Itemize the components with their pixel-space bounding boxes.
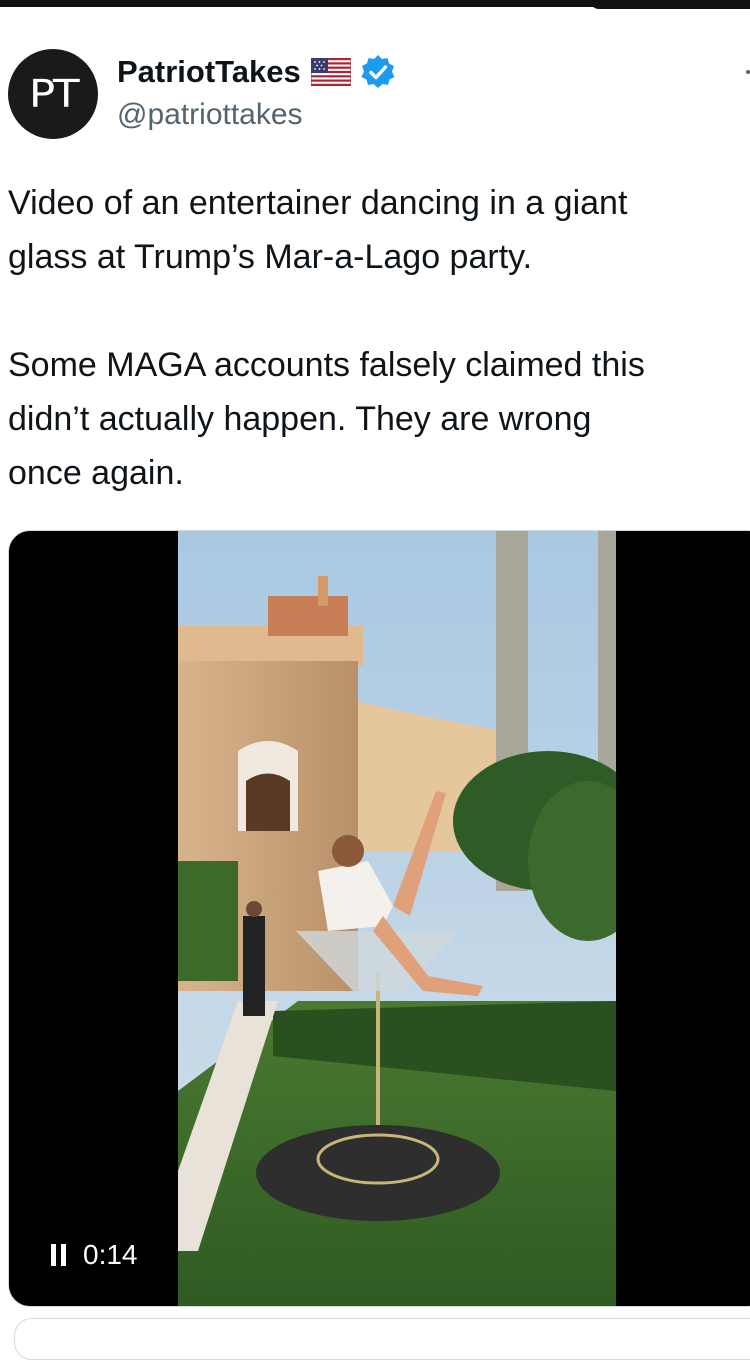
tweet-line: didn’t actually happen. They are wrong <box>8 400 592 438</box>
more-options-icon[interactable] <box>746 70 750 74</box>
tweet-paragraph-2: Some MAGA accounts falsely claimed this … <box>8 338 750 500</box>
author-row: PatriotTakes <box>117 52 396 92</box>
author-name[interactable]: PatriotTakes <box>117 54 301 90</box>
tweet-line: once again. <box>8 454 184 492</box>
next-card-edge <box>14 1318 750 1360</box>
video-frame[interactable] <box>178 531 616 1306</box>
tweet-paragraph-1: Video of an entertainer dancing in a gia… <box>8 176 750 284</box>
video-player[interactable]: 0:14 <box>8 530 750 1307</box>
us-flag-icon <box>310 58 351 86</box>
tweet-line: glass at Trump’s Mar-a-Lago party. <box>8 238 533 276</box>
video-controls: 0:14 <box>51 1239 138 1271</box>
avatar[interactable]: PT <box>8 49 98 139</box>
tweet-text: Video of an entertainer dancing in a gia… <box>8 176 750 500</box>
pause-icon[interactable] <box>51 1244 67 1266</box>
status-bar <box>0 0 750 9</box>
author-handle[interactable]: @patriottakes <box>117 98 303 132</box>
tweet-line: Some MAGA accounts falsely claimed this <box>8 346 645 384</box>
tweet-line: Video of an entertainer dancing in a gia… <box>8 184 628 222</box>
avatar-text: PT <box>28 72 80 116</box>
status-bar-pill <box>590 0 750 9</box>
verified-badge-icon[interactable] <box>360 54 396 90</box>
video-timestamp: 0:14 <box>83 1239 138 1270</box>
